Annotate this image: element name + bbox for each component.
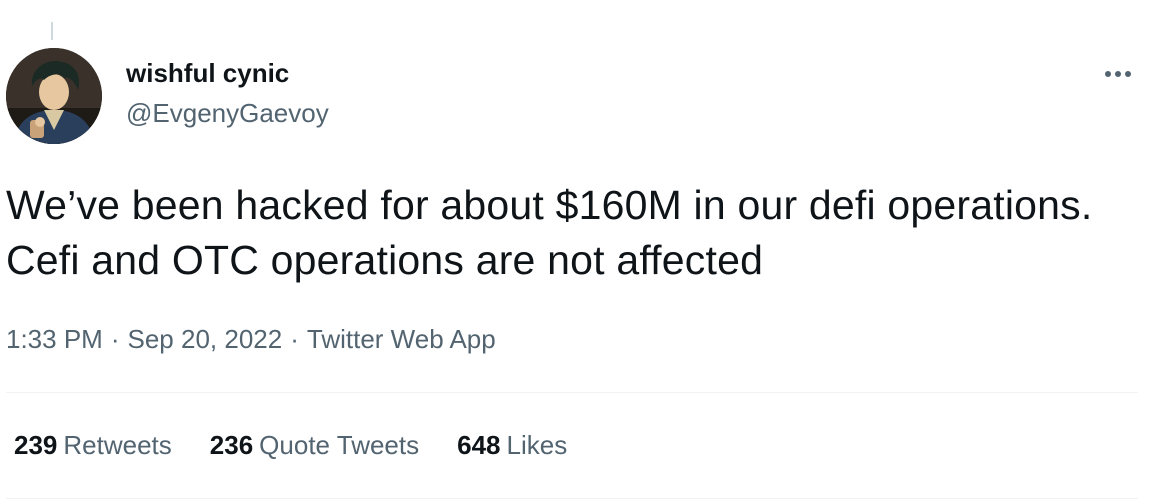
retweets-count: 239 bbox=[14, 430, 58, 460]
tweet-time[interactable]: 1:33 PM bbox=[6, 324, 103, 354]
quote-tweets-stat[interactable]: 236 Quote Tweets bbox=[210, 430, 419, 461]
author-handle[interactable]: @EvgenyGaevoy bbox=[126, 98, 329, 129]
tweet-date[interactable]: Sep 20, 2022 bbox=[128, 324, 283, 354]
likes-label: Likes bbox=[506, 430, 568, 460]
divider bbox=[6, 392, 1138, 393]
likes-count: 648 bbox=[457, 430, 501, 460]
retweets-label: Retweets bbox=[63, 430, 172, 460]
avatar-illustration bbox=[6, 48, 102, 144]
divider bbox=[6, 498, 1138, 499]
quote-tweets-count: 236 bbox=[209, 430, 254, 460]
meta-separator: · bbox=[290, 324, 299, 354]
more-options-button[interactable] bbox=[1098, 62, 1138, 86]
quote-tweets-label: Quote Tweets bbox=[259, 430, 420, 460]
thread-connector-line bbox=[51, 22, 53, 40]
more-horizontal-icon bbox=[1105, 71, 1131, 77]
meta-separator: · bbox=[110, 324, 120, 354]
engagement-stats: 239 Retweets 236 Quote Tweets 648 Likes bbox=[14, 430, 605, 461]
tweet-text: We’ve been hacked for about $160M in our… bbox=[6, 182, 1093, 283]
tweet-source[interactable]: Twitter Web App bbox=[307, 324, 496, 354]
retweets-stat[interactable]: 239 Retweets bbox=[14, 430, 172, 461]
author-display-name[interactable]: wishful cynic bbox=[126, 58, 289, 89]
avatar[interactable] bbox=[6, 48, 102, 144]
tweet-metadata: 1:33 PM · Sep 20, 2022 · Twitter Web App bbox=[6, 324, 496, 355]
likes-stat[interactable]: 648 Likes bbox=[457, 430, 567, 461]
